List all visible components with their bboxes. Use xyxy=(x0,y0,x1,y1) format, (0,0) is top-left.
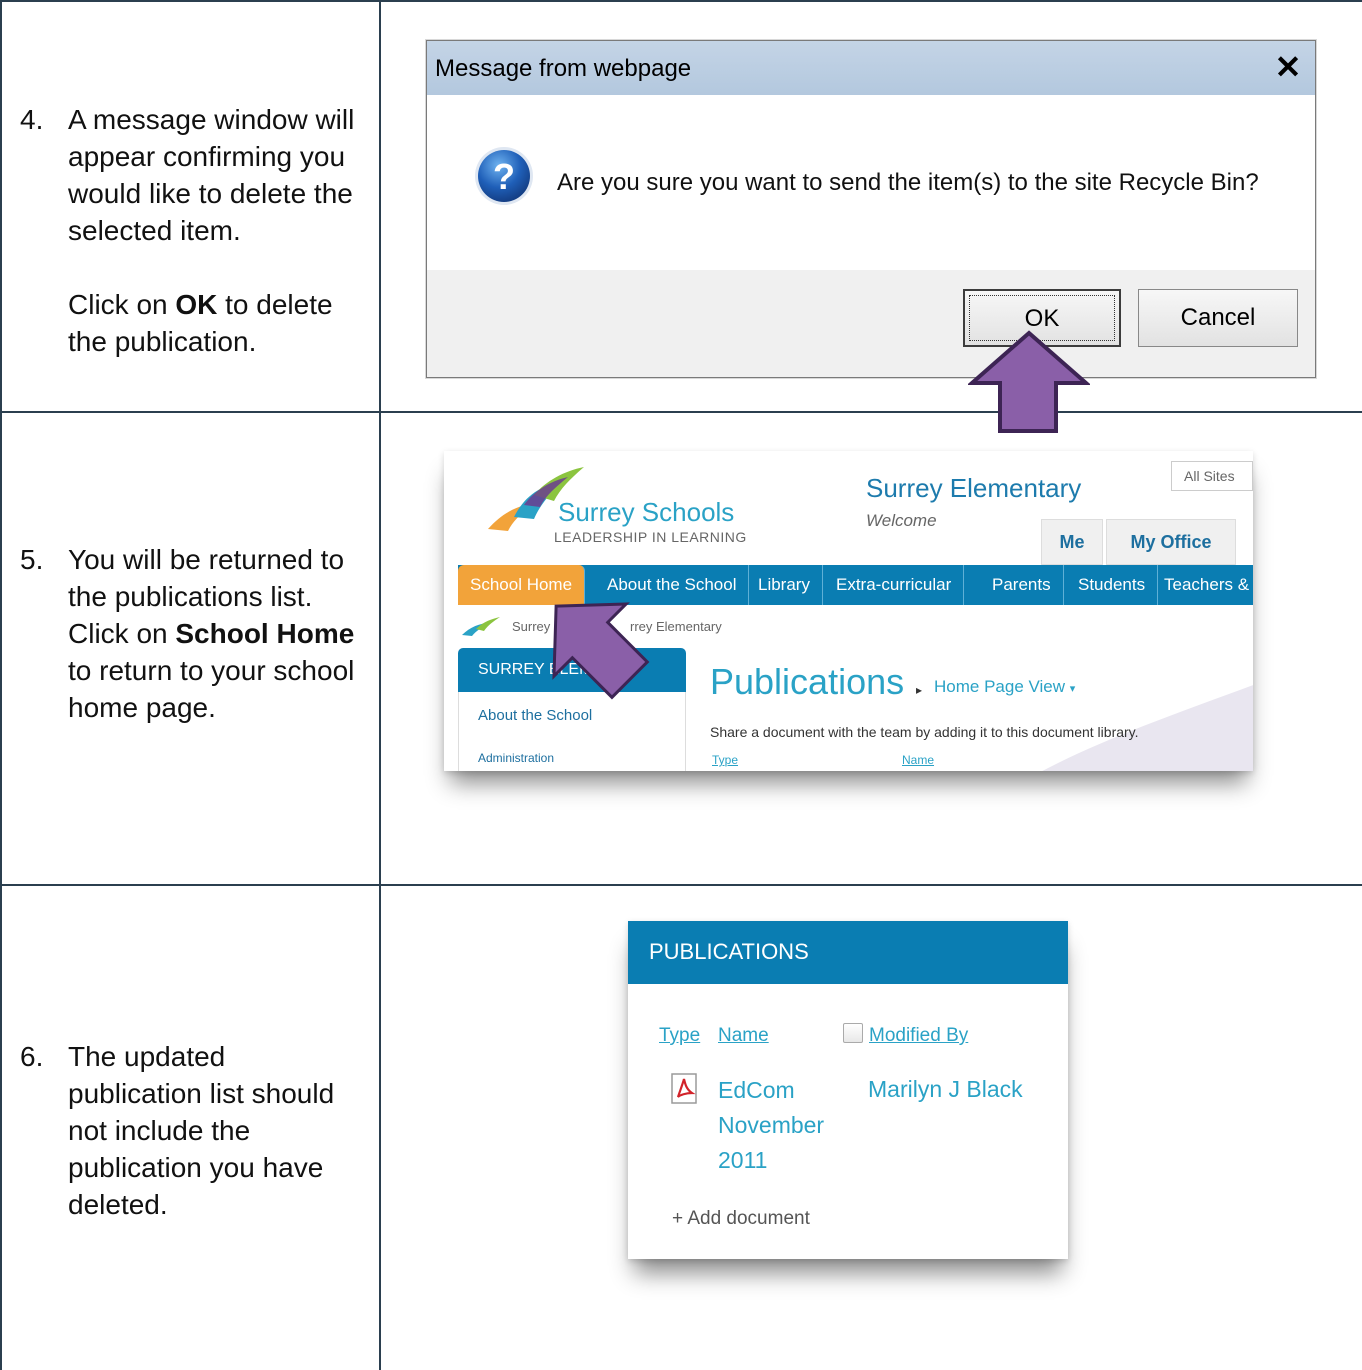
nav-label: Students xyxy=(1078,575,1146,594)
dialog-titlebar: Message from webpage ✕ xyxy=(427,41,1315,95)
select-all-checkbox[interactable] xyxy=(843,1023,863,1043)
view-selector[interactable]: Home Page View ▾ xyxy=(934,677,1075,697)
row-divider xyxy=(0,411,1362,413)
breadcrumb-separator-icon: ▸ xyxy=(916,683,923,697)
nav-library[interactable]: Library xyxy=(746,565,823,605)
column-divider xyxy=(379,0,381,1370)
question-icon: ? xyxy=(475,147,533,205)
dialog-title: Message from webpage xyxy=(435,55,692,82)
tab-me[interactable]: Me xyxy=(1041,519,1103,565)
nav-students[interactable]: Students xyxy=(1066,565,1159,605)
publications-panel: PUBLICATIONS Type Name Modified By EdCom… xyxy=(628,921,1068,1259)
step-text: The updated publication list should not … xyxy=(68,1041,335,1220)
table-border-top xyxy=(0,0,1362,2)
svg-text:?: ? xyxy=(493,156,515,197)
step-instruction: Click on OK to delete the publication. xyxy=(68,286,365,360)
step-text: A message window will appear confirming … xyxy=(68,104,355,246)
step-number: 5. xyxy=(20,544,44,575)
row-divider xyxy=(0,884,1362,886)
view-label: Home Page View xyxy=(934,677,1066,696)
step-text: You will be returned to the publications… xyxy=(68,541,365,726)
step-text-bold: School Home xyxy=(175,618,355,649)
logo-name: Surrey Schools xyxy=(558,497,735,527)
all-sites-label: All Sites xyxy=(1184,468,1235,484)
chevron-down-icon: ▾ xyxy=(1069,683,1076,695)
pdf-icon xyxy=(671,1073,697,1104)
nav-label: Teachers & xyxy=(1164,575,1250,594)
tab-label: Me xyxy=(1059,532,1085,552)
cancel-label: Cancel xyxy=(1180,304,1256,331)
tab-label: My Office xyxy=(1130,532,1212,552)
dialog-message: Are you sure you want to send the item(s… xyxy=(557,169,1259,196)
column-header-name[interactable]: Name xyxy=(902,753,934,767)
nav-label: Library xyxy=(758,575,810,594)
table-border-left xyxy=(0,0,2,1370)
publications-header: PUBLICATIONS xyxy=(628,921,1068,984)
nav-extra-curricular[interactable]: Extra-curricular xyxy=(824,565,965,605)
breadcrumb-logo-icon xyxy=(462,617,500,636)
instruction-text: Click on xyxy=(68,289,176,320)
column-header-name[interactable]: Name xyxy=(718,1025,769,1047)
instruction-bold: OK xyxy=(175,289,218,320)
logo-tagline: LEADERSHIP IN LEARNING xyxy=(554,529,747,545)
confirm-dialog: Message from webpage ✕ ? Are you sure yo… xyxy=(426,40,1316,378)
page-title: Publications xyxy=(710,661,905,702)
pointer-arrow-icon xyxy=(552,602,650,700)
step-text-part: to return to your school home page. xyxy=(68,655,355,723)
nav-label: Extra-curricular xyxy=(836,575,952,594)
nav-label: Parents xyxy=(992,575,1051,594)
document-link[interactable]: EdCom November 2011 xyxy=(718,1073,848,1178)
step-4: 4. A message window will appear confirmi… xyxy=(20,101,365,360)
cancel-button[interactable]: Cancel xyxy=(1138,289,1298,347)
column-header-type[interactable]: Type xyxy=(712,753,738,767)
close-icon[interactable]: ✕ xyxy=(1271,51,1305,85)
step-5: 5. You will be returned to the publicati… xyxy=(20,541,365,726)
add-document-link[interactable]: + Add document xyxy=(672,1208,810,1230)
step-number: 4. xyxy=(20,104,44,135)
tab-my-office[interactable]: My Office xyxy=(1106,519,1236,565)
sidebar-item-about[interactable]: About the School xyxy=(478,707,592,724)
nav-parents[interactable]: Parents xyxy=(980,565,1064,605)
publications-heading: PUBLICATIONS xyxy=(649,939,809,964)
site-title[interactable]: Surrey Elementary xyxy=(866,473,1081,504)
modified-by-link[interactable]: Marilyn J Black xyxy=(868,1076,1023,1103)
all-sites-dropdown[interactable]: All Sites xyxy=(1171,461,1253,491)
sidebar-item-administration[interactable]: Administration xyxy=(478,751,554,765)
column-header-type[interactable]: Type xyxy=(659,1025,700,1047)
welcome-text[interactable]: Welcome xyxy=(866,511,937,531)
step-6: 6. The updated publication list should n… xyxy=(20,1038,365,1223)
library-description: Share a document with the team by adding… xyxy=(710,724,1139,740)
step-number: 6. xyxy=(20,1041,44,1072)
pointer-arrow-icon xyxy=(968,330,1090,433)
nav-teachers[interactable]: Teachers & xyxy=(1152,565,1253,605)
column-header-modified-by[interactable]: Modified By xyxy=(869,1025,968,1047)
